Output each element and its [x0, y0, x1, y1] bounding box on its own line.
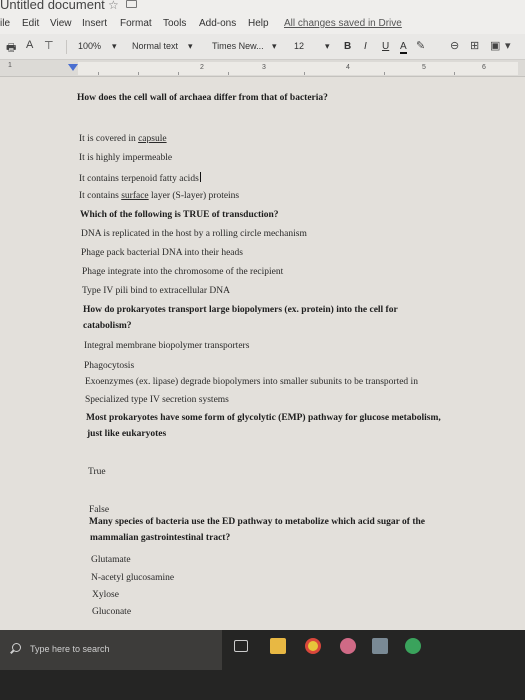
link-icon[interactable]: ⊖	[450, 39, 459, 52]
question-text: just like eukaryotes	[87, 429, 167, 439]
star-icon[interactable]: ☆	[108, 0, 119, 12]
highlight-pen-icon[interactable]: ✎	[416, 39, 425, 52]
indent-marker[interactable]	[68, 64, 78, 71]
spellcheck-underlined-word: capsule	[138, 134, 167, 144]
menu-edit[interactable]: Edit	[22, 18, 39, 29]
answer-option: Xylose	[92, 590, 119, 600]
zoom-select[interactable]: 100%	[78, 41, 101, 51]
ruler-tick	[384, 72, 385, 75]
document-title[interactable]: Untitled document	[0, 0, 105, 12]
toolbar-divider	[66, 40, 67, 54]
ruler-tick	[228, 72, 229, 75]
chevron-down-icon[interactable]: ▾	[505, 39, 511, 52]
menu-help[interactable]: Help	[248, 18, 269, 29]
underline-button[interactable]: U	[382, 41, 389, 52]
menu-addons[interactable]: Add-ons	[199, 18, 236, 29]
answer-option: Type IV pili bind to extracellular DNA	[82, 286, 230, 296]
answer-option: Phagocytosis	[84, 361, 135, 371]
ruler-number: 3	[262, 64, 266, 71]
menu-insert[interactable]: Insert	[82, 18, 107, 29]
insert-comment-icon[interactable]: ⊞	[470, 39, 479, 52]
ruler-number: 6	[482, 64, 486, 71]
answer-option: It is highly impermeable	[79, 153, 173, 163]
answer-option: It contains surface layer (S-layer) prot…	[79, 191, 239, 201]
ruler-number: 4	[346, 64, 350, 71]
bold-button[interactable]: B	[344, 41, 351, 52]
app-icon[interactable]	[405, 638, 421, 654]
question-text: mammalian gastrointestinal tract?	[90, 533, 231, 543]
task-view-icon[interactable]	[234, 640, 248, 652]
answer-option: It contains terpenoid fatty acids	[79, 172, 201, 184]
question-text: Most prokaryotes have some form of glyco…	[86, 413, 441, 423]
taskbar: Type here to search	[0, 630, 525, 700]
answer-option: True	[88, 467, 106, 477]
menu-format[interactable]: Format	[120, 18, 152, 29]
spellcheck-underlined-word: surface	[121, 191, 149, 201]
chevron-down-icon[interactable]: ▾	[112, 41, 117, 52]
question-heading: How does the cell wall of archaea differ…	[77, 93, 328, 103]
text-color-button[interactable]: A	[400, 41, 407, 54]
option-text: It is covered in	[79, 134, 139, 144]
menu-tools[interactable]: Tools	[163, 18, 186, 29]
ruler-track: 2 3 4 5 6	[78, 62, 518, 75]
style-select[interactable]: Normal text	[132, 41, 178, 51]
ruler-number: 1	[8, 62, 12, 69]
answer-option: Exoenzymes (ex. lipase) degrade biopolym…	[85, 377, 418, 387]
save-status-link[interactable]: All changes saved in Drive	[284, 18, 402, 29]
question-text: Many species of bacteria use the ED path…	[89, 517, 425, 527]
chevron-down-icon[interactable]: ▾	[188, 41, 193, 52]
question-text: How do prokaryotes transport large biopo…	[83, 305, 398, 315]
document-page[interactable]: How does the cell wall of archaea differ…	[0, 77, 525, 630]
answer-option: False	[89, 505, 110, 515]
answer-option: Integral membrane biopolymer transporter…	[84, 341, 250, 351]
option-text: It contains	[79, 191, 122, 201]
answer-option: It is covered in capsule	[79, 134, 167, 144]
text-cursor	[199, 172, 201, 182]
menu-bar: ile Edit View Insert Format Tools Add-on…	[0, 14, 525, 34]
title-bar: Untitled document ☆	[0, 0, 525, 14]
ruler-number: 5	[422, 64, 426, 71]
taskbar-search[interactable]: Type here to search	[0, 630, 222, 670]
menu-view[interactable]: View	[50, 18, 72, 29]
ruler-tick	[138, 72, 139, 75]
insert-image-icon[interactable]: ▣	[490, 39, 500, 52]
search-input[interactable]: Type here to search	[30, 644, 110, 654]
question-text: catabolism?	[83, 321, 132, 331]
chevron-down-icon[interactable]: ▾	[272, 41, 277, 52]
toolbar: 🖶 A ⊤ 100% ▾ Normal text ▾ Times New... …	[0, 34, 525, 60]
option-text: It contains terpenoid fatty acids	[79, 174, 199, 184]
answer-option: Gluconate	[92, 607, 132, 617]
answer-option: Specialized type IV secretion systems	[85, 395, 229, 405]
answer-option: N-acetyl glucosamine	[91, 573, 175, 583]
italic-button[interactable]: I	[364, 41, 367, 52]
ruler-tick	[304, 72, 305, 75]
file-explorer-icon[interactable]	[270, 638, 286, 654]
chrome-icon[interactable]	[305, 638, 321, 654]
ruler-number: 2	[200, 64, 204, 71]
menu-file[interactable]: ile	[0, 18, 10, 29]
app-icon[interactable]	[372, 638, 388, 654]
ruler: 1 2 3 4 5 6	[0, 60, 525, 77]
question-text: Which of the following is TRUE of transd…	[80, 210, 279, 220]
option-text: layer (S-layer) proteins	[148, 191, 240, 201]
paint-format-icon[interactable]: ⊤	[44, 39, 54, 52]
font-size-input[interactable]: 12	[294, 41, 304, 51]
font-select[interactable]: Times New...	[212, 41, 264, 51]
search-icon	[12, 643, 21, 652]
answer-option: Glutamate	[91, 555, 131, 565]
ruler-tick	[178, 72, 179, 75]
app-icon[interactable]	[340, 638, 356, 654]
answer-option: DNA is replicated in the host by a rolli…	[81, 229, 307, 239]
chevron-down-icon[interactable]: ▾	[325, 41, 330, 52]
spellcheck-icon[interactable]: A	[26, 39, 33, 51]
folder-icon[interactable]	[126, 0, 137, 8]
ruler-tick	[98, 72, 99, 75]
answer-option: Phage pack bacterial DNA into their head…	[81, 248, 243, 258]
answer-option: Phage integrate into the chromosome of t…	[82, 267, 284, 277]
ruler-tick	[454, 72, 455, 75]
print-icon[interactable]: 🖶	[6, 39, 16, 58]
